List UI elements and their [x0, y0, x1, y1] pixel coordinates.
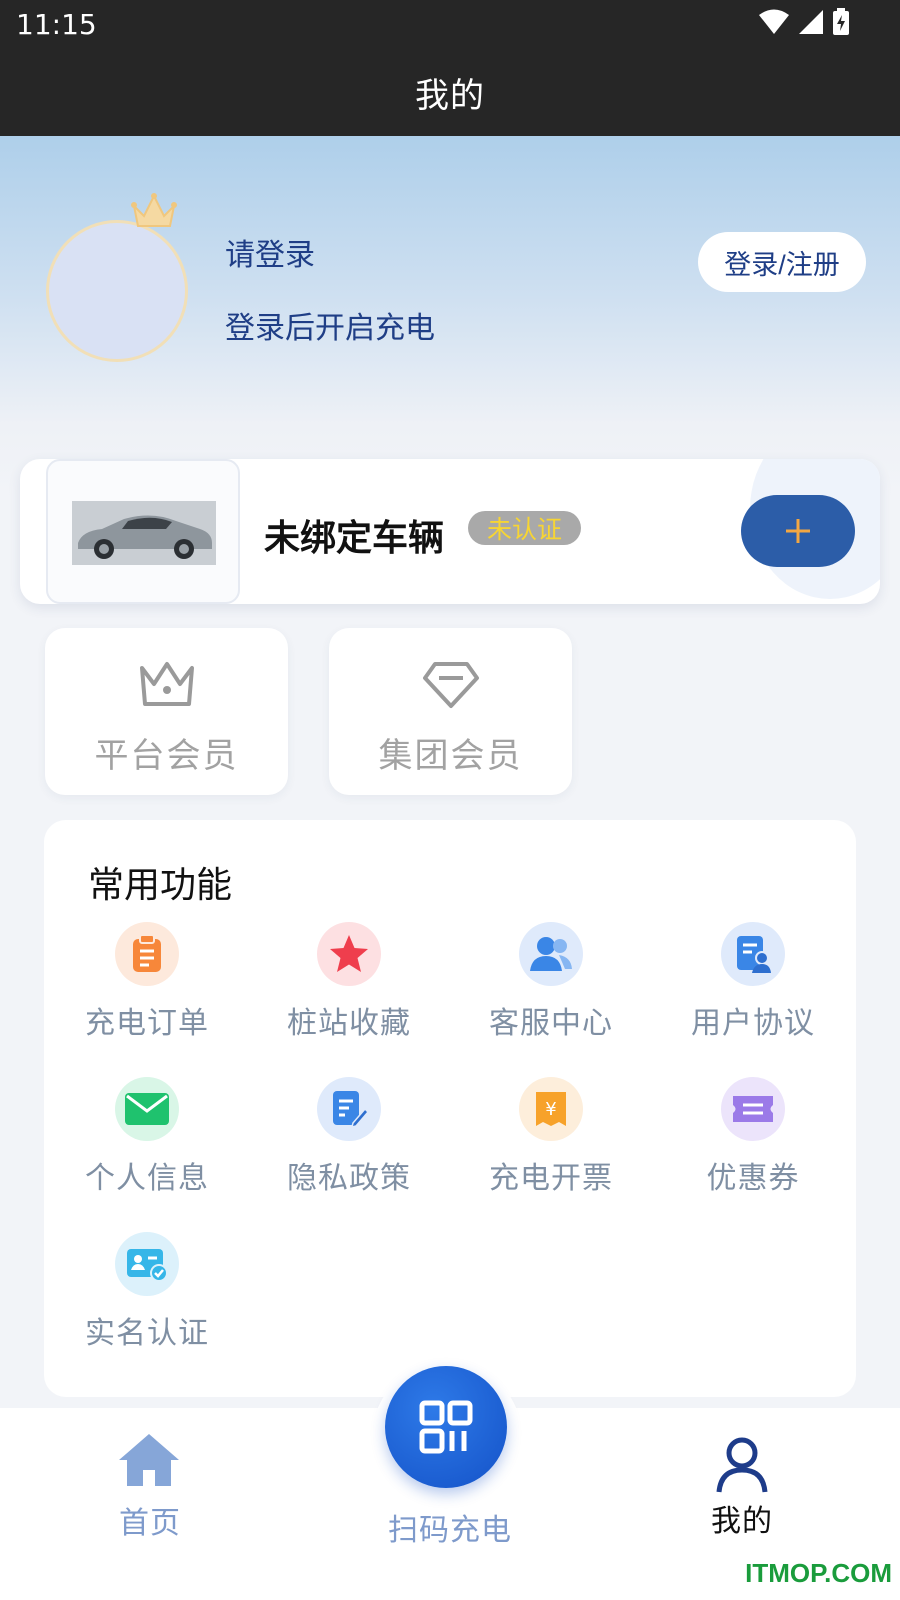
function-label: 充电开票 [489, 1161, 613, 1196]
function-label: 桩站收藏 [287, 1006, 411, 1041]
user-agreement-item[interactable]: 用户协议 [673, 922, 833, 1042]
star-icon [317, 922, 381, 986]
login-prompt-title[interactable]: 请登录 [225, 230, 315, 274]
function-label: 用户协议 [691, 1006, 815, 1041]
function-label: 实名认证 [85, 1316, 209, 1351]
function-label: 隐私政策 [287, 1161, 411, 1196]
mail-icon [115, 1077, 179, 1141]
group-member-card[interactable]: 集团会员 [329, 628, 572, 795]
member-label: 集团会员 [378, 736, 523, 776]
add-vehicle-button[interactable] [741, 495, 855, 567]
section-title: 常用功能 [88, 865, 233, 906]
function-label: 充电订单 [85, 1006, 209, 1041]
diamond-icon [423, 662, 479, 708]
document-user-icon [721, 922, 785, 986]
invoice-icon: ¥ [519, 1077, 583, 1141]
signal-icon [799, 10, 823, 34]
battery-icon [833, 8, 849, 35]
station-favorites-item[interactable]: 桩站收藏 [269, 922, 429, 1042]
nav-mine-label: 我的 [711, 1504, 773, 1539]
svg-text:¥: ¥ [545, 1099, 556, 1120]
avatar[interactable] [46, 220, 188, 362]
platform-member-card[interactable]: 平台会员 [45, 628, 288, 795]
coupon-icon [721, 1077, 785, 1141]
home-icon [119, 1434, 179, 1486]
crown-outline-icon [140, 662, 194, 706]
nav-home[interactable]: 首页 [90, 1420, 210, 1541]
scan-charge-button[interactable] [385, 1366, 507, 1488]
login-register-button[interactable]: 登录/注册 [698, 232, 866, 292]
id-card-icon [115, 1232, 179, 1296]
function-label: 优惠券 [706, 1161, 800, 1196]
nav-mine[interactable]: 我的 [682, 1420, 802, 1540]
plus-icon [786, 519, 810, 543]
personal-info-item[interactable]: 个人信息 [67, 1077, 227, 1197]
vehicle-card[interactable]: 未绑定车辆 未认证 [20, 459, 880, 604]
common-functions-panel: 常用功能 充电订单 桩站收藏 客服中心 用户协议 个人信息 隐私政策 ¥ 充电开… [44, 820, 856, 1397]
status-icons [758, 8, 850, 36]
charging-invoice-item[interactable]: ¥ 充电开票 [471, 1077, 631, 1197]
page-title: 我的 [415, 76, 485, 116]
vehicle-name: 未绑定车辆 [264, 518, 445, 559]
function-label: 客服中心 [489, 1006, 613, 1041]
nav-home-label: 首页 [119, 1506, 181, 1541]
wifi-icon [759, 9, 789, 34]
charging-orders-item[interactable]: 充电订单 [67, 922, 227, 1042]
function-label: 个人信息 [85, 1161, 209, 1196]
vehicle-status-badge: 未认证 [468, 511, 581, 545]
customer-service-item[interactable]: 客服中心 [471, 922, 631, 1042]
top-bar: 11:15 我的 [0, 0, 900, 136]
crown-icon [131, 193, 177, 227]
login-prompt-subtitle: 登录后开启充电 [225, 311, 435, 346]
nav-scan-label[interactable]: 扫码充电 [370, 1505, 530, 1549]
car-image-frame [46, 459, 240, 604]
qr-code-icon [419, 1400, 473, 1454]
watermark: ITMOP.COM [745, 1558, 892, 1588]
coupons-item[interactable]: 优惠券 [673, 1077, 833, 1197]
clipboard-icon [115, 922, 179, 986]
member-label: 平台会员 [94, 736, 239, 776]
status-time: 11:15 [16, 8, 97, 41]
privacy-policy-item[interactable]: 隐私政策 [269, 1077, 429, 1197]
user-icon [716, 1437, 768, 1493]
users-icon [519, 922, 583, 986]
document-edit-icon [317, 1077, 381, 1141]
real-name-verification-item[interactable]: 实名认证 [67, 1232, 227, 1352]
car-image [72, 501, 216, 565]
